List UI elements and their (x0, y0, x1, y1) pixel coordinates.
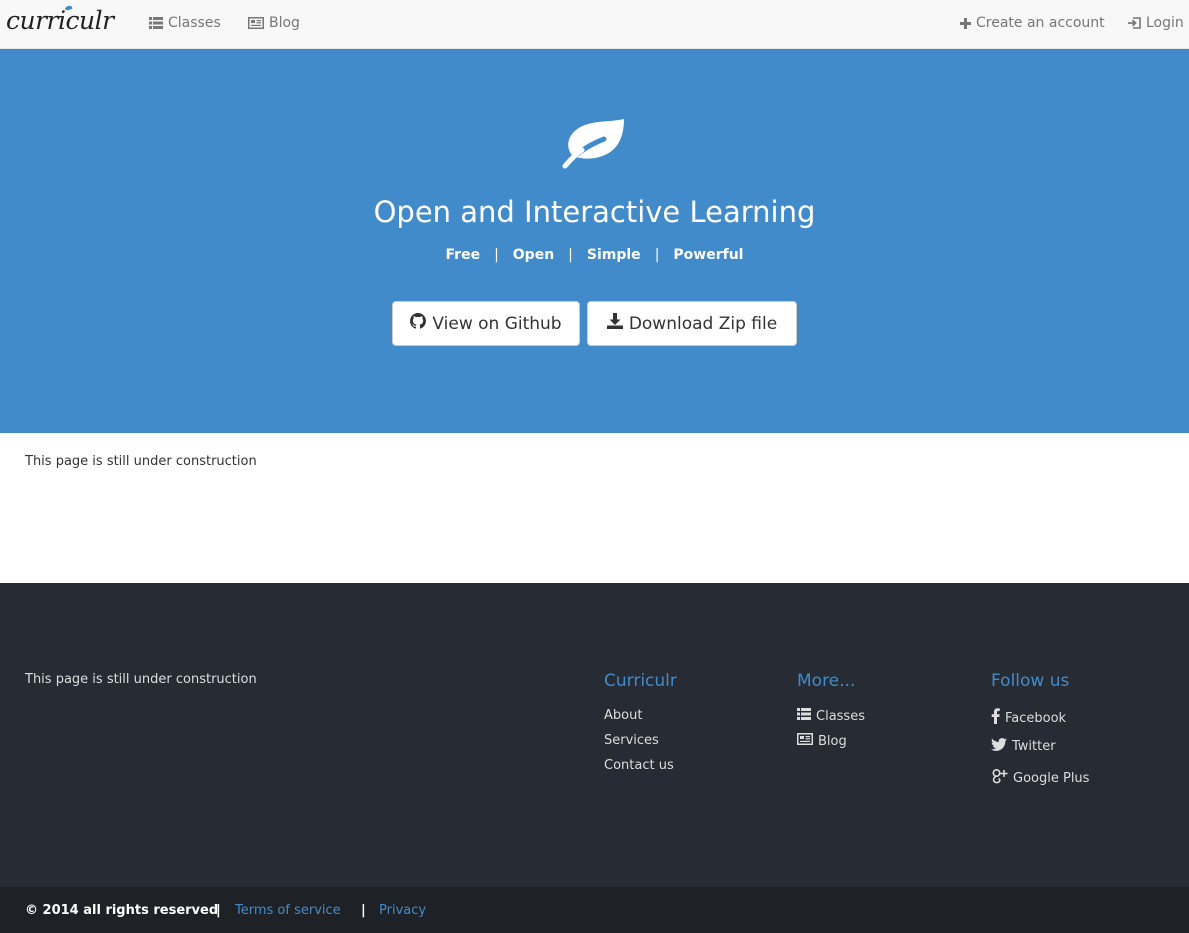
footer-column-title-follow: Follow us (991, 671, 1070, 691)
newspaper-icon (797, 733, 813, 749)
brand-logo[interactable]: curriculr (6, 4, 114, 35)
footer-classes-label: Classes (816, 708, 865, 724)
footer-contact-link[interactable]: Contact us (604, 758, 674, 773)
nav-classes-link[interactable]: Classes (149, 15, 221, 31)
brand-text: curriculr (6, 6, 114, 35)
twitter-icon (991, 738, 1007, 755)
view-on-github-button[interactable]: View on Github (392, 301, 580, 346)
footer-facebook-link[interactable]: Facebook (991, 708, 1066, 728)
bottom-separator: | (361, 903, 366, 918)
bottom-separator: | (216, 903, 221, 918)
plus-icon (960, 17, 971, 29)
download-zip-label: Download Zip file (628, 313, 778, 334)
github-icon (410, 313, 427, 334)
footer-blog-link[interactable]: Blog (797, 733, 847, 749)
tagline-separator: | (654, 247, 660, 263)
list-icon (797, 708, 811, 724)
login-icon (1128, 17, 1141, 29)
login-label: Login (1146, 15, 1184, 31)
footer: This page is still under construction Cu… (0, 583, 1189, 887)
footer-services-link[interactable]: Services (604, 733, 659, 748)
create-account-label: Create an account (976, 15, 1105, 31)
tagline-open: Open (512, 247, 555, 263)
footer-facebook-label: Facebook (1005, 710, 1067, 726)
footer-classes-link[interactable]: Classes (797, 708, 865, 724)
login-link[interactable]: Login (1128, 15, 1184, 31)
tagline-free: Free (445, 247, 481, 263)
tagline-simple: Simple (586, 247, 641, 263)
nav-classes-label: Classes (168, 15, 221, 31)
navbar: curriculr Classes Blog Create an account… (0, 0, 1189, 49)
copyright-text: © 2014 all rights reserved (25, 903, 219, 918)
footer-column-title-curriculr: Curriculr (604, 671, 677, 691)
footer-google-plus-link[interactable]: Google Plus (991, 768, 1089, 788)
footer-google-plus-label: Google Plus (1013, 770, 1090, 786)
tagline-separator: | (494, 247, 499, 263)
footer-twitter-label: Twitter (1012, 739, 1056, 754)
tagline-separator: | (568, 247, 573, 263)
tagline-powerful: Powerful (673, 247, 744, 263)
leaf-icon (561, 117, 628, 173)
footer-blog-label: Blog (818, 733, 847, 749)
hero-title: Open and Interactive Learning (373, 195, 816, 229)
create-account-link[interactable]: Create an account (960, 15, 1105, 31)
google-plus-icon (991, 768, 1008, 788)
privacy-link[interactable]: Privacy (379, 903, 426, 918)
view-on-github-label: View on Github (432, 313, 562, 334)
footer-construction-notice: This page is still under construction (25, 672, 257, 687)
terms-of-service-link[interactable]: Terms of service (235, 903, 341, 918)
nav-blog-link[interactable]: Blog (248, 15, 300, 31)
hero-tagline: Free | Open | Simple | Powerful (0, 247, 1189, 263)
facebook-icon (991, 708, 1000, 728)
footer-column-title-more: More... (797, 671, 856, 691)
footer-about-link[interactable]: About (604, 708, 642, 723)
nav-blog-label: Blog (269, 15, 300, 31)
hero-section: Open and Interactive Learning Free | Open |… (0, 49, 1189, 433)
list-icon (149, 17, 163, 29)
download-icon (606, 313, 623, 334)
newspaper-icon (248, 17, 264, 29)
footer-twitter-link[interactable]: Twitter (991, 738, 1056, 755)
download-zip-button[interactable]: Download Zip file (587, 301, 797, 346)
construction-notice: This page is still under construction (25, 454, 257, 469)
bottom-bar: © 2014 all rights reserved | Terms of se… (0, 887, 1189, 933)
